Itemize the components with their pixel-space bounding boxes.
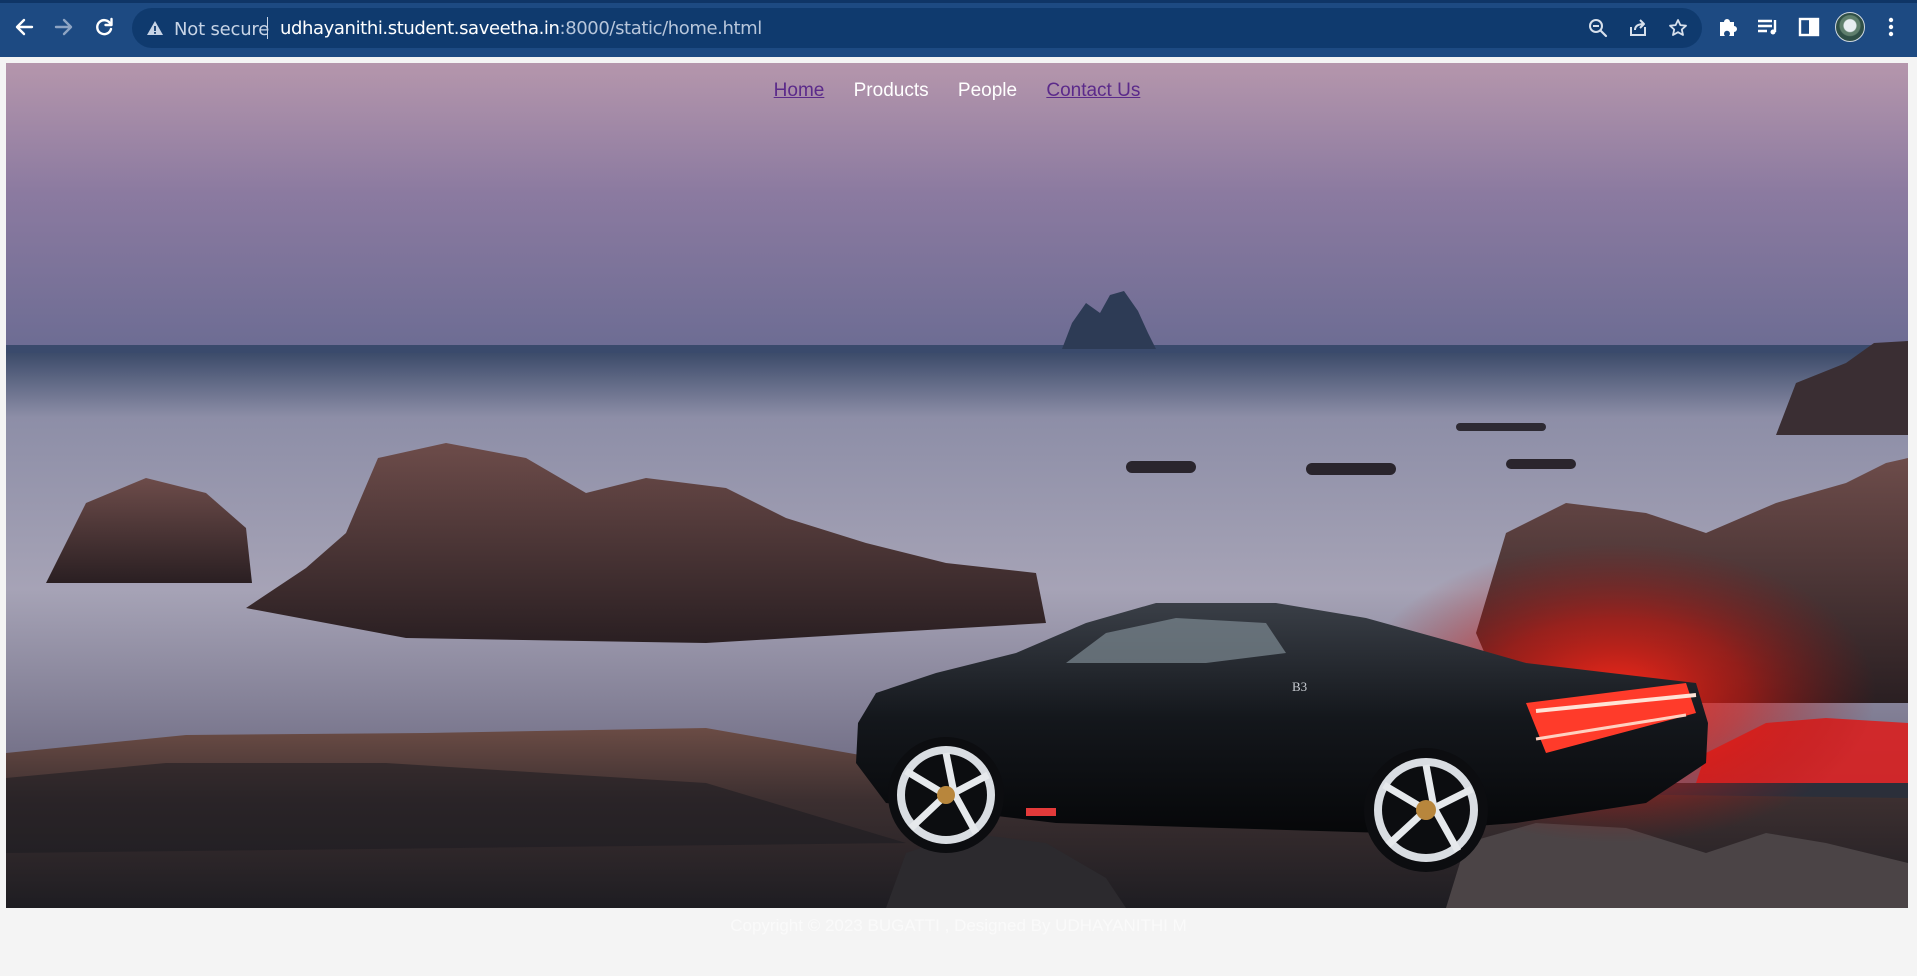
browser-toolbar: Not secure udhayanithi.student.saveetha.… <box>0 0 1917 57</box>
url-text[interactable]: udhayanithi.student.saveetha.in:8000/sta… <box>280 18 762 39</box>
car-emblem: B3 <box>1292 679 1307 694</box>
sky <box>6 63 1908 353</box>
divider <box>267 17 268 39</box>
warning-icon[interactable] <box>146 19 164 37</box>
reading-list-icon[interactable] <box>1755 14 1781 40</box>
star-icon[interactable] <box>1668 18 1688 38</box>
hero-image: B3 <box>6 63 1908 908</box>
puzzle-icon[interactable] <box>1715 14 1741 40</box>
url-host: udhayanithi.student.saveetha.in <box>280 18 560 39</box>
nav-products-link[interactable]: Products <box>854 80 929 101</box>
main-nav: Home Products People Contact Us <box>6 80 1908 102</box>
wheel-rear <box>1364 748 1488 872</box>
avatar[interactable] <box>1835 12 1865 42</box>
tab-strip-edge <box>0 0 1917 3</box>
security-label[interactable]: Not secure <box>174 19 269 40</box>
reload-icon[interactable] <box>89 12 119 42</box>
share-icon[interactable] <box>1628 18 1648 38</box>
arrow-right-icon[interactable] <box>49 12 79 42</box>
url-path: :8000/static/home.html <box>559 18 763 39</box>
footer-copyright: Copyright © 2023 BUGATTI , Designed By U… <box>730 916 1187 935</box>
arrow-left-icon[interactable] <box>9 12 39 42</box>
wheel-front <box>888 737 1004 853</box>
address-bar[interactable]: Not secure udhayanithi.student.saveetha.… <box>132 8 1702 48</box>
hero-banner: B3 Home Products People Contact Us <box>6 63 1908 908</box>
zoom-out-icon[interactable] <box>1588 18 1608 38</box>
side-badge <box>1026 808 1056 816</box>
nav-contact-link[interactable]: Contact Us <box>1046 80 1140 101</box>
side-panel-icon[interactable] <box>1796 14 1822 40</box>
nav-people-link[interactable]: People <box>958 80 1017 101</box>
kebab-menu-icon[interactable] <box>1878 14 1904 40</box>
nav-home-link[interactable]: Home <box>774 80 825 101</box>
